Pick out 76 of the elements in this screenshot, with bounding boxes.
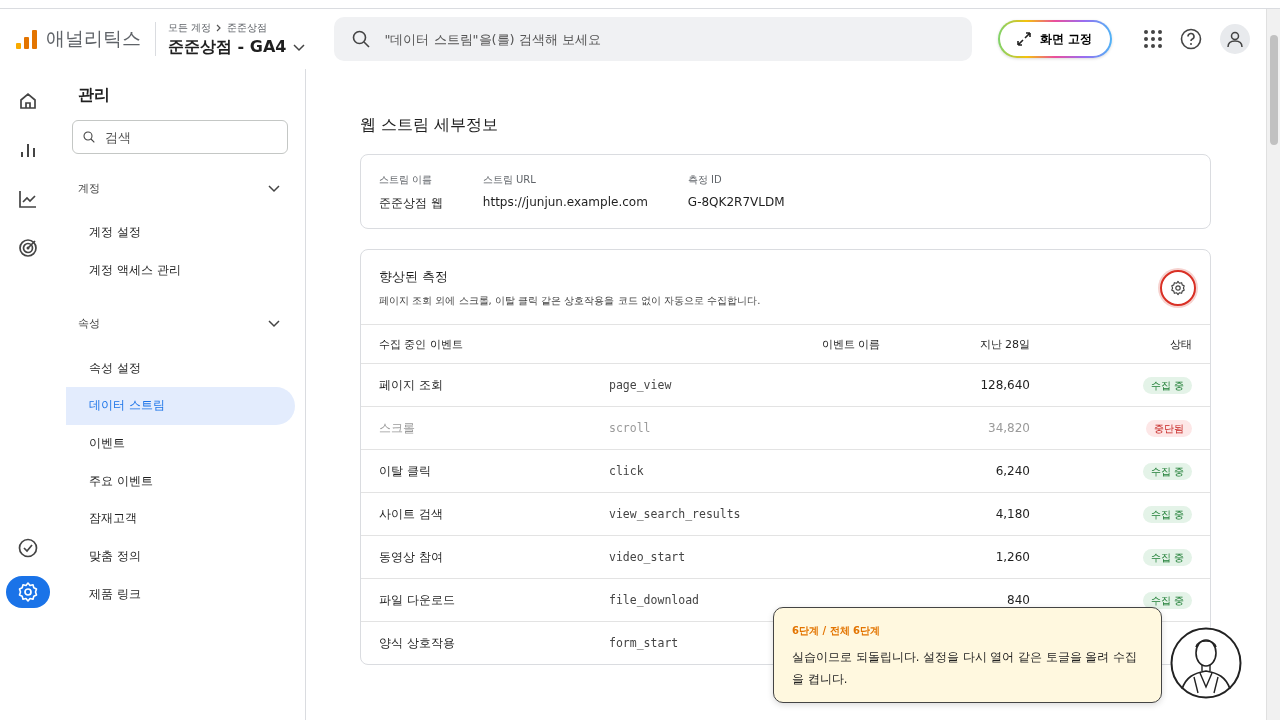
column-header: 지난 28일: [978, 336, 1030, 352]
table-cell: 128,640: [980, 378, 1030, 392]
table-cell-text: 파일 다운로드: [379, 591, 456, 609]
table-cell-text: video_start: [609, 550, 687, 564]
table-cell-text: 양식 상호작용: [379, 634, 456, 652]
search-field[interactable]: "데이터 스트림"을(를) 검색해 보세요: [382, 30, 954, 48]
status-badge: 수집 중: [1142, 591, 1192, 609]
logo-icon: [16, 28, 38, 50]
table-cell-text: 이탈 클릭: [379, 462, 432, 480]
sidebar-item[interactable]: 잠재고객: [66, 500, 295, 538]
sidebar-item[interactable]: 계정 설정: [66, 214, 295, 252]
card-title: 향상된 측정: [379, 268, 450, 286]
table-cell: 840: [1007, 593, 1030, 607]
table-cell-text: scroll: [609, 421, 652, 435]
field-value: https://junjun.example.com: [482, 195, 648, 209]
page-title: 웹 스트림 세부정보: [360, 115, 500, 136]
property-selector[interactable]: 준준상점 - GA4: [168, 36, 307, 58]
table-cell: 34,820: [988, 421, 1030, 435]
field-value: G-8QK2R7VLDM: [687, 195, 785, 209]
check-circle-icon: [17, 537, 39, 559]
field-value: 준준상점 웹: [379, 195, 443, 212]
sidebar-item[interactable]: 이벤트: [66, 424, 295, 463]
table-cell: 4,180: [995, 507, 1030, 521]
status-badge: 중단됨: [1146, 419, 1192, 437]
sidebar-item[interactable]: 주요 이벤트: [66, 462, 295, 501]
sidebar-search-bar[interactable]: 검색: [72, 120, 288, 154]
account-avatar[interactable]: [1220, 24, 1250, 54]
sidebar-title: 관리: [78, 85, 111, 106]
field-label: 스트림 이름: [379, 173, 434, 187]
guide-message: 실습이므로 되돌립니다. 설정을 다시 열어 같은 토글을 올려 수집을 켭니다.: [792, 649, 1138, 688]
table-cell-text: page_view: [609, 378, 673, 392]
status-badge: 수집 중: [1142, 505, 1192, 523]
product-name: 애널리틱스: [46, 26, 141, 51]
table-cell-text: 동영상 참여: [379, 548, 444, 566]
column-header: 수집 중인 이벤트: [379, 336, 464, 352]
step-counter: 6단계 / 전체 6단계: [792, 624, 881, 638]
card-description: 페이지 조회 외에 스크롤, 이탈 클릭 같은 상호작용을 코드 없이 자동으로 수집합니다.: [379, 294, 761, 308]
table-cell-text: view_search_results: [609, 507, 742, 521]
breadcrumb-link[interactable]: 준준상점: [227, 20, 268, 35]
table-cell-text: file_download: [609, 593, 700, 607]
column-header: 이벤트 이름: [820, 336, 880, 352]
sidebar-search-field[interactable]: 검색: [103, 128, 277, 146]
settings-button[interactable]: [1160, 270, 1196, 306]
sidebar-item[interactable]: 데이터 스트림: [66, 387, 295, 425]
table-cell: 1,260: [995, 550, 1030, 564]
table-cell-text: 페이지 조회: [379, 376, 444, 394]
section-heading: 계정: [78, 180, 100, 196]
sidebar-item[interactable]: 제품 링크: [66, 575, 295, 614]
expand-icon: [1015, 31, 1032, 47]
field-label: 측정 ID: [687, 173, 723, 187]
status-badge: 수집 중: [1142, 376, 1192, 394]
scrollbar-thumb[interactable]: [1269, 35, 1278, 145]
sidebar-item[interactable]: 맞춤 정의: [66, 537, 295, 576]
sidebar-item[interactable]: 속성 설정: [66, 349, 295, 388]
apps-grid-icon[interactable]: [1144, 30, 1162, 48]
status-badge: 수집 중: [1142, 548, 1192, 566]
field-label: 스트림 URL: [482, 173, 537, 187]
settings-icon: [17, 581, 39, 603]
breadcrumb-link[interactable]: 모든 계정: [168, 20, 212, 35]
target-icon: [17, 237, 39, 259]
settings-icon: [1170, 280, 1186, 296]
status-badge: 수집 중: [1142, 462, 1192, 480]
table-cell-text: click: [609, 464, 645, 478]
table-cell: 6,240: [995, 464, 1030, 478]
search-bar[interactable]: "데이터 스트림"을(를) 검색해 보세요: [334, 17, 972, 61]
table-cell-text: form_start: [609, 636, 680, 650]
search-icon: [352, 30, 371, 48]
table-cell-text: 스크롤: [379, 419, 416, 437]
home-icon: [17, 90, 39, 112]
table-cell-text: 사이트 검색: [379, 505, 444, 523]
nav-button[interactable]: [6, 576, 50, 608]
line-chart-icon: [17, 188, 39, 210]
sidebar-item[interactable]: 계정 액세스 관리: [66, 251, 295, 290]
column-header: 상태: [1169, 336, 1192, 352]
help-icon[interactable]: [1180, 28, 1202, 50]
section-heading: 속성: [78, 315, 100, 331]
